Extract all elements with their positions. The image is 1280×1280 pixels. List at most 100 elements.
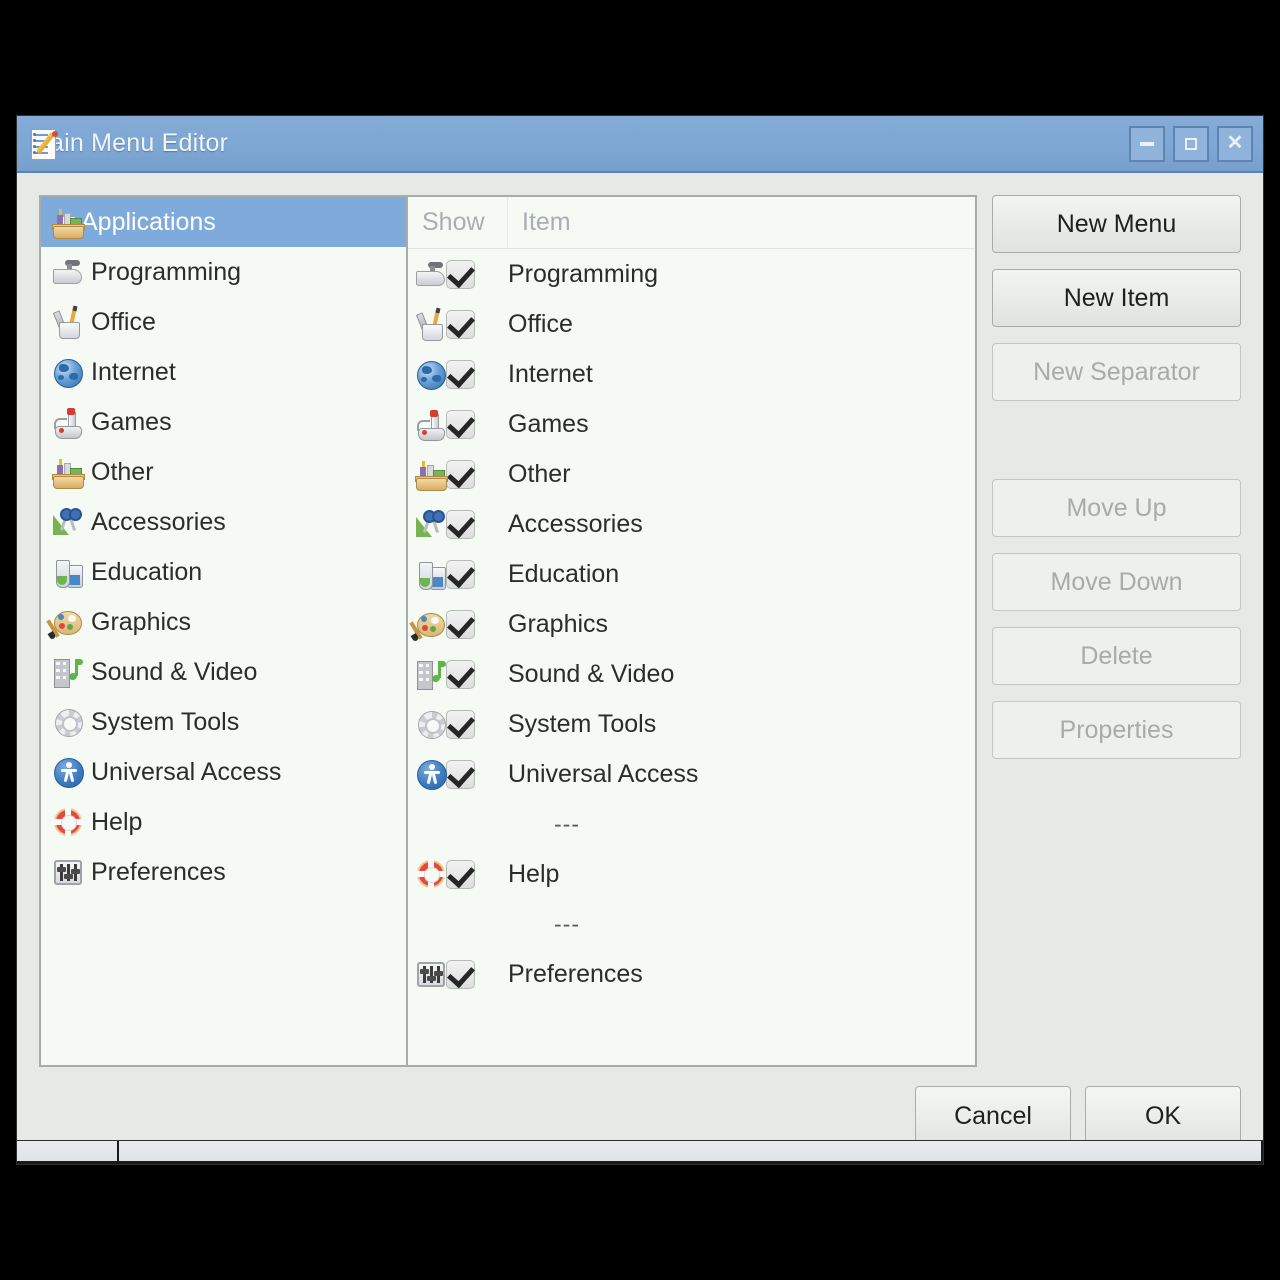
move-up-button[interactable]: Move Up <box>992 479 1241 537</box>
window-controls: ✕ <box>1129 125 1253 162</box>
list-item-label: System Tools <box>508 709 657 738</box>
main-menu-editor-window: Main Menu Editor ✕ Applications Programm… <box>16 115 1264 1165</box>
tree-item-label: Office <box>91 307 156 336</box>
maximize-icon <box>1185 137 1197 150</box>
checkbox-checked-icon[interactable] <box>445 559 475 589</box>
checkbox-checked-icon[interactable] <box>445 609 475 639</box>
delete-button[interactable]: Delete <box>992 627 1241 685</box>
properties-button[interactable]: Properties <box>992 701 1241 759</box>
tree-item-label: Programming <box>91 257 242 286</box>
tree-item-internet[interactable]: Internet <box>41 347 406 397</box>
list-row[interactable]: Sound & Video <box>408 649 975 699</box>
accessibility-icon <box>414 757 448 791</box>
checkbox-checked-icon[interactable] <box>445 659 475 689</box>
minimize-button[interactable] <box>1129 125 1165 162</box>
globe-icon <box>51 355 85 389</box>
column-header-item[interactable]: Item <box>508 197 975 248</box>
checkbox-checked-icon[interactable] <box>445 459 475 489</box>
tree-item-games[interactable]: Games <box>41 397 406 447</box>
list-row[interactable]: Games <box>408 399 975 449</box>
cancel-button[interactable]: Cancel <box>915 1086 1071 1146</box>
tree-item-education[interactable]: Education <box>41 547 406 597</box>
move-down-button[interactable]: Move Down <box>992 553 1241 611</box>
list-item-label: Games <box>508 409 589 438</box>
title-bar[interactable]: Main Menu Editor ✕ <box>17 116 1263 173</box>
menu-items-pane[interactable]: Show Item Programming Office Internet Ga… <box>408 197 975 1065</box>
tree-item-graphics[interactable]: Graphics <box>41 597 406 647</box>
list-item-label: Graphics <box>508 609 609 638</box>
checkbox-checked-icon[interactable] <box>445 859 475 889</box>
list-row[interactable]: Graphics <box>408 599 975 649</box>
new-separator-button[interactable]: New Separator <box>992 343 1241 401</box>
checkbox-checked-icon[interactable] <box>445 759 475 789</box>
close-button[interactable]: ✕ <box>1217 125 1253 162</box>
tree-item-label: Accessories <box>91 507 226 536</box>
list-item-label: Education <box>508 559 620 588</box>
joystick-icon <box>414 407 448 441</box>
list-item-label: Office <box>508 309 573 338</box>
sliders-icon <box>51 855 85 889</box>
checkbox-checked-icon[interactable] <box>445 359 475 389</box>
tree-item-label: Sound & Video <box>91 657 258 686</box>
checkbox-checked-icon[interactable] <box>445 259 475 289</box>
palette-icon <box>46 605 85 641</box>
tree-item-preferences[interactable]: Preferences <box>41 847 406 897</box>
list-row[interactable]: Accessories <box>408 499 975 549</box>
tree-item-sound-video[interactable]: Sound & Video <box>41 647 406 697</box>
close-icon: ✕ <box>1226 131 1244 154</box>
list-row[interactable]: System Tools <box>408 699 975 749</box>
screen: Main Menu Editor ✕ Applications Programm… <box>0 0 1280 1280</box>
menu-tree-pane[interactable]: Applications Programming Office Internet… <box>41 197 408 1065</box>
tree-item-universal-access[interactable]: Universal Access <box>41 747 406 797</box>
list-item-label: Help <box>508 859 560 888</box>
list-row[interactable]: Help <box>408 849 975 899</box>
new-menu-button[interactable]: New Menu <box>992 195 1241 253</box>
list-row[interactable]: Office <box>408 299 975 349</box>
list-item-label: Programming <box>508 259 659 288</box>
checkbox-checked-icon[interactable] <box>445 509 475 539</box>
separator-label: --- <box>554 910 580 937</box>
checkbox-checked-icon[interactable] <box>445 309 475 339</box>
taskbar-strip[interactable] <box>16 1140 1264 1165</box>
list-row[interactable]: Education <box>408 549 975 599</box>
panes: Applications Programming Office Internet… <box>39 195 1241 1068</box>
tree-item-applications[interactable]: Applications <box>41 197 406 247</box>
tree-item-office[interactable]: Office <box>41 297 406 347</box>
list-rows: Programming Office Internet Games Other … <box>408 249 975 1065</box>
list-item-label: Sound & Video <box>508 659 675 688</box>
minimize-icon <box>1140 141 1154 146</box>
trowel-icon <box>51 255 85 289</box>
list-item-label: Other <box>508 459 571 488</box>
taskbar-segment-right[interactable] <box>119 1141 1263 1164</box>
maximize-button[interactable] <box>1173 125 1209 162</box>
checkbox-checked-icon[interactable] <box>445 409 475 439</box>
film-note-icon <box>414 657 448 691</box>
list-row-separator[interactable]: --- <box>408 799 975 849</box>
tree-item-other[interactable]: Other <box>41 447 406 497</box>
gear-icon <box>414 707 448 741</box>
tree-item-help[interactable]: Help <box>41 797 406 847</box>
list-row[interactable]: Preferences <box>408 949 975 999</box>
list-row[interactable]: Internet <box>408 349 975 399</box>
ok-button[interactable]: OK <box>1085 1086 1241 1146</box>
list-row[interactable]: Other <box>408 449 975 499</box>
taskbar-segment-left[interactable] <box>17 1141 119 1164</box>
tree-item-label: Preferences <box>91 857 226 886</box>
new-item-button[interactable]: New Item <box>992 269 1241 327</box>
separator-label: --- <box>554 810 580 837</box>
accessibility-icon <box>51 755 85 789</box>
column-header-show[interactable]: Show <box>408 197 508 248</box>
checkbox-checked-icon[interactable] <box>445 959 475 989</box>
list-row-separator[interactable]: --- <box>408 899 975 949</box>
tree-item-system-tools[interactable]: System Tools <box>41 697 406 747</box>
tree-item-accessories[interactable]: Accessories <box>41 497 406 547</box>
list-row[interactable]: Programming <box>408 249 975 299</box>
flask-icon <box>51 555 85 589</box>
checkbox-checked-icon[interactable] <box>445 709 475 739</box>
toolbox-icon <box>51 455 85 489</box>
tree-item-programming[interactable]: Programming <box>41 247 406 297</box>
film-note-icon <box>51 655 85 689</box>
list-row[interactable]: Universal Access <box>408 749 975 799</box>
trowel-icon <box>414 257 448 291</box>
lifebuoy-icon <box>414 857 448 891</box>
